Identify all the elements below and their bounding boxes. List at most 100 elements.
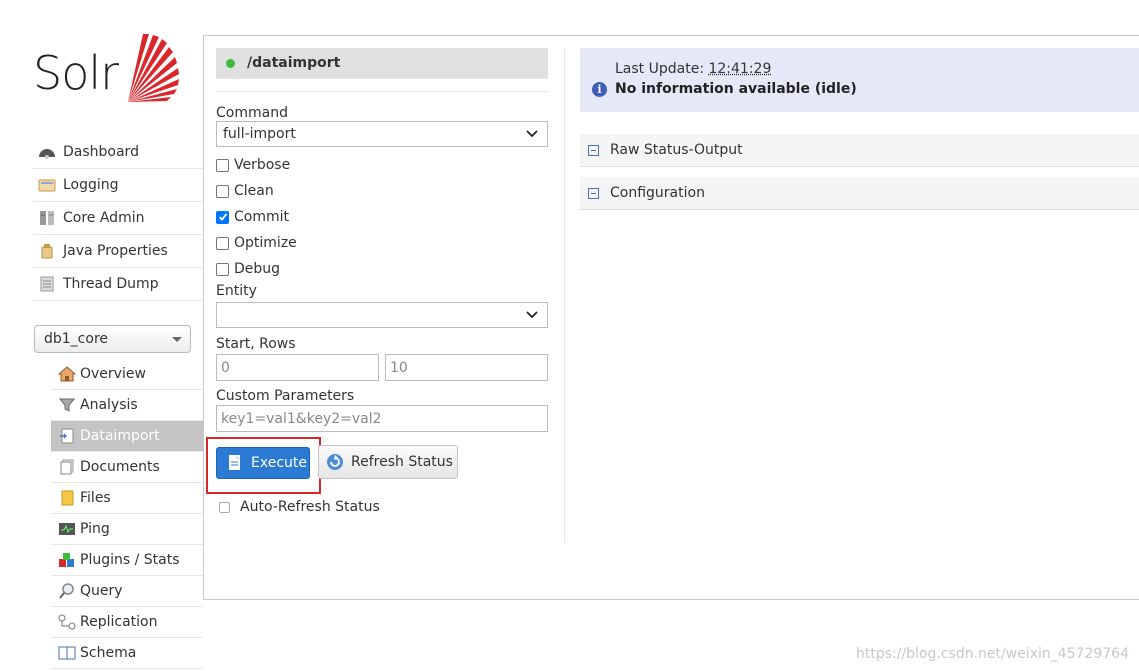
entity-label: Entity xyxy=(216,283,548,299)
custom-params-input[interactable]: key1=val1&key2=val2 xyxy=(216,405,548,432)
core-nav-item-dataimport[interactable]: Dataimport xyxy=(51,421,203,452)
option-clean[interactable]: Clean xyxy=(216,178,548,204)
document-icon xyxy=(227,454,243,472)
option-label: Debug xyxy=(234,261,280,277)
status-ok-icon xyxy=(226,59,235,68)
home-icon xyxy=(58,366,76,382)
clean-checkbox[interactable] xyxy=(216,185,229,198)
core-nav-item-plugins-stats[interactable]: Plugins / Stats xyxy=(51,545,203,576)
nav-item-label: Dashboard xyxy=(63,144,139,160)
start-rows-group: 0 10 xyxy=(216,354,548,381)
dataimport-form: /dataimport Command full-import Verbose … xyxy=(216,48,548,515)
core-nav-item-overview[interactable]: Overview xyxy=(51,359,203,390)
raw-status-output-section[interactable]: Raw Status-Output xyxy=(580,134,1139,167)
collapse-icon xyxy=(588,145,599,156)
core-nav-item-files[interactable]: Files xyxy=(51,483,203,514)
replication-icon xyxy=(58,614,76,630)
section-label: Configuration xyxy=(610,185,705,201)
action-buttons: Execute Refresh Status xyxy=(216,444,548,490)
core-nav-label: Replication xyxy=(80,614,157,630)
java-properties-icon xyxy=(37,243,57,259)
core-nav-item-analysis[interactable]: Analysis xyxy=(51,390,203,421)
command-label: Command xyxy=(216,105,548,121)
main-nav: Dashboard Logging Core Admin Java Proper… xyxy=(33,136,203,301)
nav-item-dashboard[interactable]: Dashboard xyxy=(33,136,203,169)
spacer xyxy=(580,167,1139,177)
collapse-icon xyxy=(588,188,599,199)
refresh-status-label: Refresh Status xyxy=(351,454,453,470)
auto-refresh-label: Auto-Refresh Status xyxy=(240,499,380,515)
status-info-box: Last Update: 12:41:29 i No information a… xyxy=(580,48,1139,112)
last-update: Last Update: 12:41:29 xyxy=(615,61,771,77)
option-commit[interactable]: Commit xyxy=(216,204,548,230)
section-label: Raw Status-Output xyxy=(610,142,743,158)
sun-logo-icon xyxy=(123,32,181,108)
command-select[interactable]: full-import xyxy=(216,121,548,147)
logging-icon xyxy=(37,177,57,193)
start-rows-label: Start, Rows xyxy=(216,336,548,352)
folder-icon xyxy=(58,490,76,506)
nav-item-java-properties[interactable]: Java Properties xyxy=(33,235,203,268)
execute-button[interactable]: Execute xyxy=(216,447,310,479)
last-update-time: 12:41:29 xyxy=(708,61,771,77)
info-icon: i xyxy=(592,82,607,97)
nav-item-label: Thread Dump xyxy=(63,276,159,292)
chevron-down-icon xyxy=(525,128,539,140)
entity-select[interactable] xyxy=(216,302,548,328)
optimize-checkbox[interactable] xyxy=(216,237,229,250)
start-input[interactable]: 0 xyxy=(216,354,379,381)
core-nav-label: Analysis xyxy=(80,397,138,413)
core-nav-label: Plugins / Stats xyxy=(80,552,180,568)
custom-params-label: Custom Parameters xyxy=(216,388,548,404)
solr-logo[interactable]: Solr xyxy=(33,32,183,112)
thread-dump-icon xyxy=(37,276,57,292)
verbose-checkbox[interactable] xyxy=(216,159,229,172)
core-nav-label: Dataimport xyxy=(80,428,160,444)
nav-item-label: Core Admin xyxy=(63,210,144,226)
core-nav-item-documents[interactable]: Documents xyxy=(51,452,203,483)
core-selector-value: db1_core xyxy=(44,331,108,347)
main-panel: /dataimport Command full-import Verbose … xyxy=(203,35,1139,600)
core-nav-label: Documents xyxy=(80,459,160,475)
core-nav: Overview Analysis Dataimport Documents F… xyxy=(51,359,203,669)
logo-text: Solr xyxy=(33,46,118,100)
caret-down-icon xyxy=(172,337,182,342)
nav-item-logging[interactable]: Logging xyxy=(33,169,203,202)
refresh-status-button[interactable]: Refresh Status xyxy=(318,445,458,479)
options-group: Verbose Clean Commit Optimize Debug xyxy=(216,152,548,282)
core-nav-item-query[interactable]: Query xyxy=(51,576,203,607)
core-nav-label: Ping xyxy=(80,521,110,537)
auto-refresh-toggle[interactable]: Auto-Refresh Status xyxy=(216,499,548,515)
nav-item-thread-dump[interactable]: Thread Dump xyxy=(33,268,203,301)
nav-item-core-admin[interactable]: Core Admin xyxy=(33,202,203,235)
commit-checkbox[interactable] xyxy=(216,211,229,224)
dashboard-icon xyxy=(37,144,57,160)
option-debug[interactable]: Debug xyxy=(216,256,548,282)
watermark: https://blog.csdn.net/weixin_45729764 xyxy=(856,646,1129,662)
ping-icon xyxy=(58,521,76,537)
option-optimize[interactable]: Optimize xyxy=(216,230,548,256)
chevron-down-icon xyxy=(525,309,539,321)
core-admin-icon xyxy=(37,210,57,226)
status-message: No information available (idle) xyxy=(615,81,857,97)
option-verbose[interactable]: Verbose xyxy=(216,152,548,178)
last-update-label: Last Update: xyxy=(615,61,704,77)
checkmark-icon xyxy=(218,212,228,222)
debug-checkbox[interactable] xyxy=(216,263,229,276)
auto-refresh-checkbox[interactable] xyxy=(219,502,230,513)
core-nav-item-schema[interactable]: Schema xyxy=(51,638,203,669)
pane-divider xyxy=(564,48,565,543)
spacer xyxy=(580,112,1139,134)
funnel-icon xyxy=(58,397,76,413)
core-nav-item-ping[interactable]: Ping xyxy=(51,514,203,545)
documents-icon xyxy=(58,459,76,475)
nav-item-label: Logging xyxy=(63,177,119,193)
rows-input[interactable]: 10 xyxy=(385,354,548,381)
option-label: Clean xyxy=(234,183,274,199)
core-nav-item-replication[interactable]: Replication xyxy=(51,607,203,638)
schema-icon xyxy=(58,645,76,661)
core-selector[interactable]: db1_core xyxy=(34,325,191,353)
core-nav-label: Schema xyxy=(80,645,136,661)
refresh-icon xyxy=(326,453,344,471)
configuration-section[interactable]: Configuration xyxy=(580,177,1139,210)
